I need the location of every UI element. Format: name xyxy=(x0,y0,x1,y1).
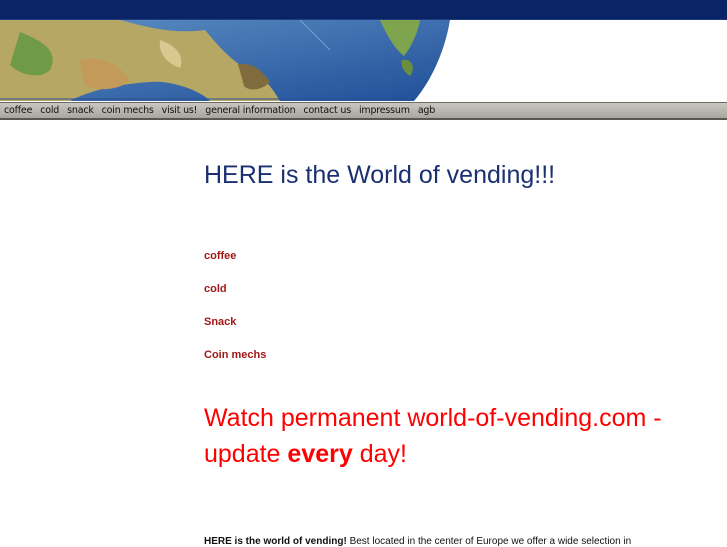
page-headline: HERE is the World of vending!!! xyxy=(204,161,556,189)
globe-map-image xyxy=(0,20,450,101)
nav-coin-mechs-link[interactable]: coin mechs xyxy=(102,105,154,116)
promo-text-emphasis: every xyxy=(287,440,353,468)
top-bar xyxy=(0,0,727,20)
intro-paragraph: HERE is the world of vending! Best locat… xyxy=(204,536,724,547)
nav-contact-us-link[interactable]: contact us xyxy=(303,105,351,116)
category-link-snack[interactable]: Snack xyxy=(204,316,236,328)
intro-text: Best located in the center of Europe we … xyxy=(346,536,632,547)
nav-cold-link[interactable]: cold xyxy=(40,105,59,116)
intro-bold-lead: HERE is the world of vending! xyxy=(204,536,347,547)
top-navigation: coffee cold snack coin mechs visit us! g… xyxy=(0,102,727,120)
promo-text: Watch permanent world-of-vending.com - u… xyxy=(204,400,704,472)
category-link-coin-mechs[interactable]: Coin mechs xyxy=(204,349,266,361)
promo-text-part1: Watch permanent world-of-vending.com - u… xyxy=(204,404,662,468)
nav-snack-link[interactable]: snack xyxy=(67,105,94,116)
category-link-coffee[interactable]: coffee xyxy=(204,250,236,262)
nav-general-information-link[interactable]: general information xyxy=(205,105,295,116)
nav-visit-us-link[interactable]: visit us! xyxy=(162,105,198,116)
category-link-cold[interactable]: cold xyxy=(204,283,227,295)
nav-agb-link[interactable]: agb xyxy=(418,105,436,116)
banner-globe-image xyxy=(0,20,727,101)
promo-text-part2: day! xyxy=(352,440,407,468)
nav-coffee-link[interactable]: coffee xyxy=(4,105,32,116)
nav-impressum-link[interactable]: impressum xyxy=(359,105,410,116)
